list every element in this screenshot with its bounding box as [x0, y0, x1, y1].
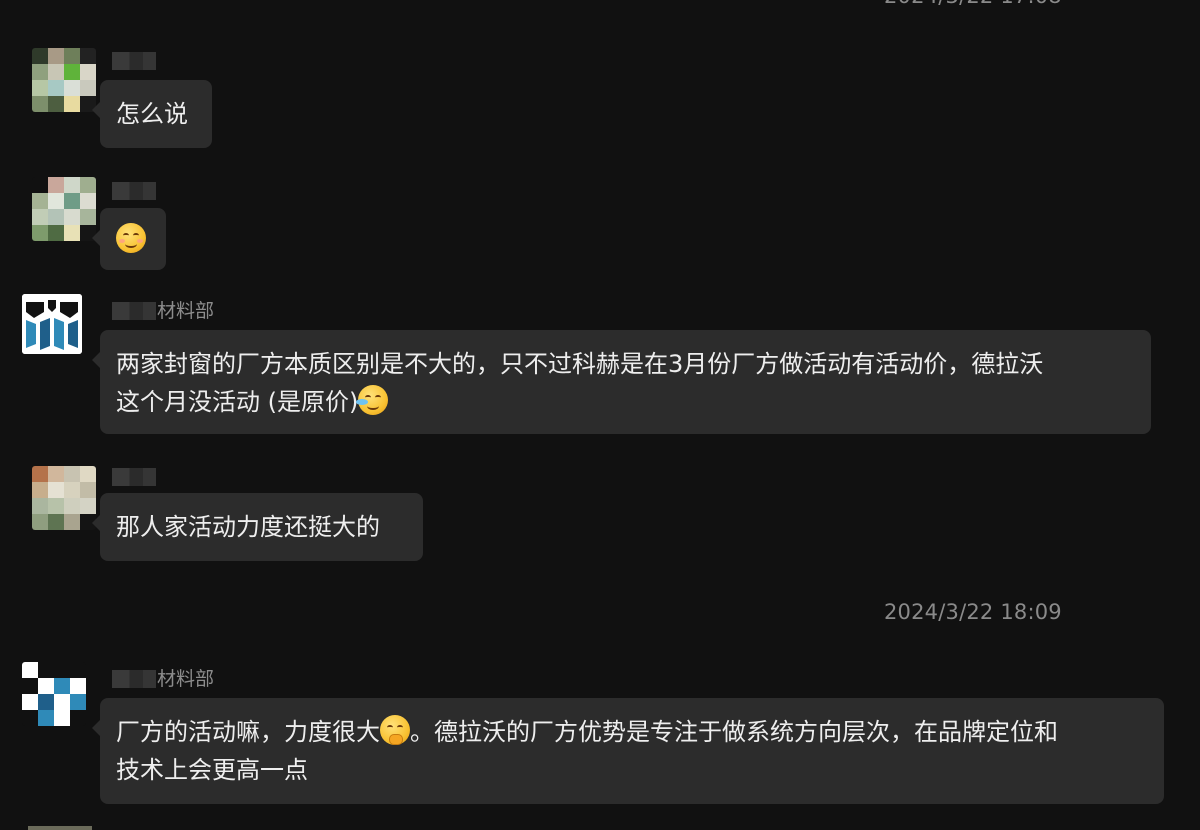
sender-name — [112, 180, 157, 202]
timestamp: 2024/3/22 17:08 — [884, 0, 1062, 8]
smiling-face-emoji — [116, 223, 146, 253]
company-logo-avatar[interactable] — [22, 294, 82, 354]
message-text-line: 两家封窗的厂方本质区别是不大的，只不过科赫是在3月份厂方做活动有活动价，德拉沃 — [116, 350, 1044, 378]
blurred-name — [112, 182, 156, 200]
avatar[interactable] — [32, 48, 96, 112]
avatar[interactable] — [32, 466, 96, 530]
message-bubble[interactable]: 怎么说 — [92, 80, 212, 148]
sender-name — [112, 466, 157, 488]
sender-department: 材料部 — [157, 300, 215, 322]
blurred-name — [112, 468, 156, 486]
sender-name: 材料部 — [112, 664, 214, 690]
avatar[interactable] — [22, 662, 86, 726]
blurred-name — [112, 52, 156, 70]
next-avatar-edge — [28, 826, 92, 830]
laughing-tears-emoji — [356, 385, 389, 415]
message-text-line: 这个月没活动 (是原价) — [116, 383, 1135, 421]
logo-icon — [22, 294, 82, 354]
message-bubble[interactable]: 那人家活动力度还挺大的 — [92, 493, 423, 561]
blurred-name — [112, 670, 156, 688]
blurred-name — [112, 302, 156, 320]
message-text-line: 厂方的活动嘛，力度很大 。德拉沃的厂方优势是专注于做系统方向层次，在品牌定位和 — [116, 713, 1148, 751]
chat-window: 2024/3/22 17:08 怎么说 — [0, 0, 1200, 830]
message-text: 厂方的活动嘛，力度很大 — [116, 718, 380, 746]
message-text: 。德拉沃的厂方优势是专注于做系统方向层次，在品牌定位和 — [410, 718, 1058, 746]
sender-department: 材料部 — [157, 668, 215, 690]
message-bubble[interactable]: 两家封窗的厂方本质区别是不大的，只不过科赫是在3月份厂方做活动有活动价，德拉沃 … — [92, 330, 1151, 434]
message-bubble[interactable] — [92, 208, 166, 270]
sender-name — [112, 50, 157, 72]
message-text-line: 技术上会更高一点 — [116, 756, 308, 784]
message-text: 这个月没活动 (是原价) — [116, 388, 359, 416]
avatar[interactable] — [32, 177, 96, 241]
message-text: 怎么说 — [116, 100, 188, 128]
message-bubble[interactable]: 厂方的活动嘛，力度很大 。德拉沃的厂方优势是专注于做系统方向层次，在品牌定位和 技… — [92, 698, 1164, 804]
sender-name: 材料部 — [112, 296, 214, 322]
thinking-face-emoji — [380, 715, 410, 745]
message-text: 那人家活动力度还挺大的 — [116, 513, 380, 541]
timestamp: 2024/3/22 18:09 — [884, 600, 1062, 624]
